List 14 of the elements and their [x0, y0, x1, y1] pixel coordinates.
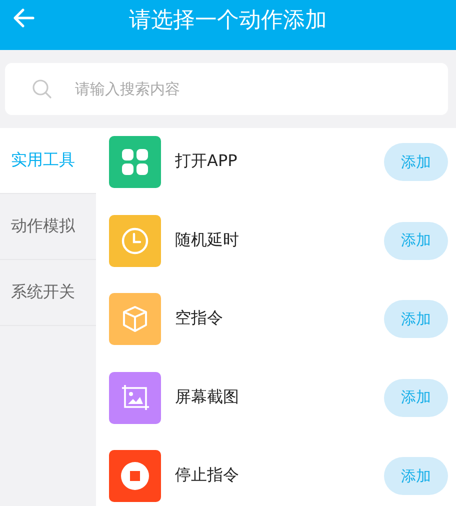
- search-field[interactable]: 请输入搜索内容: [5, 63, 448, 115]
- add-button[interactable]: 添加: [384, 222, 448, 260]
- category-tab[interactable]: 实用工具: [0, 128, 96, 194]
- add-button[interactable]: 添加: [384, 300, 448, 338]
- action-name: 屏幕截图: [175, 386, 240, 408]
- add-button[interactable]: 添加: [384, 457, 448, 495]
- action-name: 停止指令: [175, 465, 240, 486]
- back-arrow-icon[interactable]: [12, 6, 36, 30]
- add-button[interactable]: 添加: [384, 143, 448, 181]
- page-title: 请选择一个动作添加: [128, 7, 328, 35]
- action-name: 空指令: [175, 308, 224, 329]
- action-name: 打开APP: [175, 151, 238, 172]
- action-name: 随机延时: [175, 230, 240, 250]
- add-button[interactable]: 添加: [384, 378, 448, 416]
